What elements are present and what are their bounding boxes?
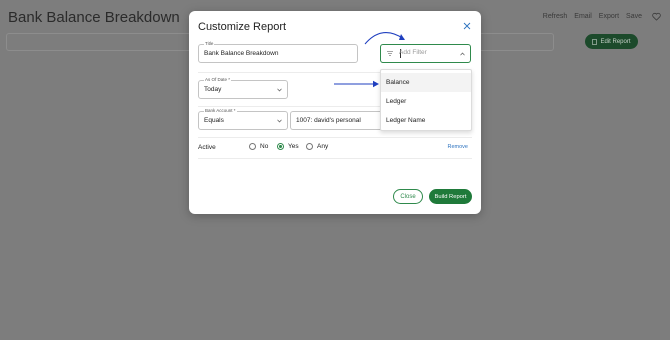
active-label: Active	[198, 144, 216, 151]
title-field-value: Bank Balance Breakdown	[204, 50, 279, 57]
radio-icon	[306, 143, 313, 150]
active-radio-no[interactable]: No	[249, 143, 268, 150]
filter-icon	[387, 51, 393, 56]
divider	[198, 137, 472, 138]
as-of-date-label: As Of Date *	[204, 77, 232, 83]
page-actions: Refresh Email Export Save	[543, 13, 642, 20]
chevron-down-icon	[277, 88, 282, 92]
dropdown-item-ledger[interactable]: Ledger	[381, 92, 471, 111]
chevron-up-icon	[460, 52, 465, 56]
annotation-arrow-curved	[364, 32, 405, 45]
active-filter-row: Active No Yes Any Remove	[198, 143, 468, 153]
title-field[interactable]: Title Bank Balance Breakdown	[198, 41, 358, 63]
document-icon	[592, 38, 598, 45]
export-link[interactable]: Export	[599, 13, 619, 20]
bank-account-operator-select[interactable]: Bank Account * Equals	[198, 108, 288, 130]
email-link[interactable]: Email	[574, 13, 592, 20]
bank-account-operator-value: Equals	[204, 117, 224, 124]
add-filter-placeholder: Add Filter	[399, 49, 427, 56]
refresh-link[interactable]: Refresh	[543, 13, 568, 20]
as-of-date-select[interactable]: As Of Date * Today	[198, 77, 288, 99]
build-report-button[interactable]: Build Report	[429, 189, 472, 204]
radio-label-any: Any	[317, 143, 329, 150]
as-of-date-value: Today	[204, 86, 222, 93]
annotation-arrow-straight	[334, 80, 379, 88]
radio-label-no: No	[260, 143, 269, 150]
edit-report-button[interactable]: Edit Report	[585, 34, 638, 49]
remove-filter-link[interactable]: Remove	[448, 144, 468, 150]
page-title: Bank Balance Breakdown	[8, 9, 180, 26]
bank-account-value-select[interactable]: 1007: david's personal	[290, 111, 382, 130]
add-filter-dropdown: Balance Ledger Ledger Name	[380, 69, 472, 131]
title-field-label: Title	[204, 41, 215, 47]
radio-label-yes: Yes	[288, 143, 299, 150]
chevron-down-icon	[277, 119, 282, 123]
modal-title: Customize Report	[198, 21, 287, 33]
bank-account-value: 1007: david's personal	[296, 117, 361, 124]
radio-selected-icon	[277, 143, 284, 150]
heart-icon[interactable]	[652, 12, 661, 21]
bank-account-label: Bank Account *	[204, 108, 237, 114]
edit-report-label: Edit Report	[600, 38, 631, 45]
close-button[interactable]: Close	[393, 189, 423, 204]
dropdown-item-balance[interactable]: Balance	[381, 73, 471, 92]
save-link[interactable]: Save	[626, 13, 642, 20]
active-radio-yes[interactable]: Yes	[277, 143, 299, 150]
close-icon[interactable]	[463, 22, 471, 30]
dropdown-item-ledger-name[interactable]: Ledger Name	[381, 111, 471, 130]
divider	[198, 158, 472, 159]
active-radio-any[interactable]: Any	[306, 143, 328, 150]
radio-icon	[249, 143, 256, 150]
